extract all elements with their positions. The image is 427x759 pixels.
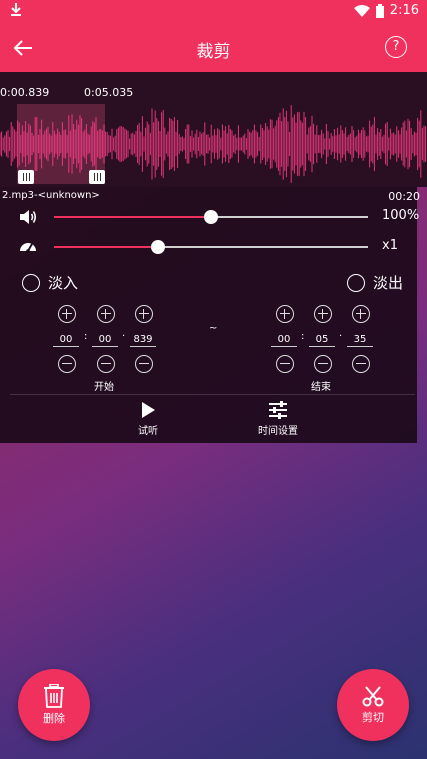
- volume-thumb[interactable]: [204, 210, 218, 224]
- volume-slider[interactable]: [54, 210, 368, 224]
- start-millis-field[interactable]: 839: [130, 334, 156, 347]
- fade-out-label: 淡出: [373, 274, 404, 292]
- time-settings-label: 时间设置: [258, 426, 298, 437]
- page-title: 裁剪: [196, 42, 231, 62]
- end-minutes-field[interactable]: 00: [271, 334, 297, 347]
- end-minutes-plus-button[interactable]: [276, 305, 294, 323]
- end-dot: ·: [339, 331, 343, 342]
- end-seconds-minus-button[interactable]: [314, 355, 332, 373]
- volume-icon: [20, 210, 37, 224]
- fade-out-circle: [347, 273, 365, 292]
- start-minutes-minus-button[interactable]: [58, 355, 76, 373]
- time-settings-button[interactable]: 时间设置: [248, 401, 308, 437]
- sliders-icon: [269, 401, 287, 419]
- start-dot: ·: [122, 331, 126, 342]
- volume-fill: [54, 216, 211, 218]
- fade-out-radio[interactable]: 淡出: [347, 272, 403, 293]
- end-millis-minus-button[interactable]: [352, 355, 370, 373]
- end-handle[interactable]: [89, 170, 105, 184]
- trash-icon: [44, 684, 64, 708]
- speedometer-icon: [20, 243, 36, 253]
- end-millis-field[interactable]: 35: [347, 334, 373, 347]
- file-duration: 00:20: [388, 190, 420, 203]
- speed-slider[interactable]: [54, 240, 368, 254]
- download-icon: [11, 3, 21, 16]
- preview-button[interactable]: 试听: [128, 401, 168, 437]
- fade-in-radio[interactable]: 淡入: [22, 272, 78, 293]
- help-icon[interactable]: ?: [385, 36, 407, 58]
- battery-icon: [375, 3, 384, 18]
- fade-in-circle: [22, 273, 40, 292]
- speed-thumb[interactable]: [150, 240, 165, 254]
- file-name: 2.mp3-<unknown>: [2, 190, 100, 201]
- cut-button[interactable]: 剪切: [337, 669, 409, 741]
- speed-row: x1: [0, 235, 417, 259]
- app-bar: 裁剪 ?: [0, 24, 427, 72]
- status-bar: 2:16: [0, 0, 427, 24]
- end-minutes-minus-button[interactable]: [276, 355, 294, 373]
- end-seconds-plus-button[interactable]: [314, 305, 332, 323]
- end-millis-plus-button[interactable]: [352, 305, 370, 323]
- end-label: 结束: [311, 382, 331, 393]
- start-handle[interactable]: [18, 170, 34, 184]
- cut-label: 剪切: [362, 711, 384, 724]
- start-label: 开始: [94, 382, 114, 393]
- waveform-area[interactable]: 0:00.839 0:05.035: [0, 72, 427, 187]
- start-seconds-plus-button[interactable]: [97, 305, 115, 323]
- delete-label: 删除: [43, 712, 65, 725]
- start-seconds-minus-button[interactable]: [97, 355, 115, 373]
- fade-in-label: 淡入: [48, 274, 79, 292]
- control-panel: 2.mp3-<unknown> 00:20 100% x1 淡入 淡出 00:…: [0, 187, 420, 443]
- selection-end-marker: 0:05.035: [84, 86, 134, 99]
- divider: [10, 394, 415, 395]
- play-icon: [142, 402, 155, 418]
- start-seconds-field[interactable]: 00: [92, 334, 118, 347]
- volume-value: 100%: [382, 208, 420, 223]
- start-millis-plus-button[interactable]: [135, 305, 153, 323]
- preview-label: 试听: [138, 426, 158, 437]
- scissors-icon: [362, 686, 384, 707]
- delete-button[interactable]: 删除: [18, 669, 90, 741]
- end-seconds-field[interactable]: 05: [309, 334, 335, 347]
- end-colon: :: [301, 331, 305, 342]
- speed-fill: [54, 246, 158, 248]
- speed-value: x1: [382, 238, 398, 253]
- start-colon: :: [84, 331, 88, 342]
- start-millis-minus-button[interactable]: [135, 355, 153, 373]
- waveform: [0, 105, 427, 183]
- range-tilde: ~: [209, 323, 218, 334]
- selection-start-marker: 0:00.839: [0, 86, 50, 99]
- status-time: 2:16: [389, 3, 419, 18]
- start-minutes-field[interactable]: 00: [53, 334, 79, 347]
- wifi-icon: [353, 4, 370, 17]
- start-minutes-plus-button[interactable]: [58, 305, 76, 323]
- volume-row: 100%: [0, 205, 420, 229]
